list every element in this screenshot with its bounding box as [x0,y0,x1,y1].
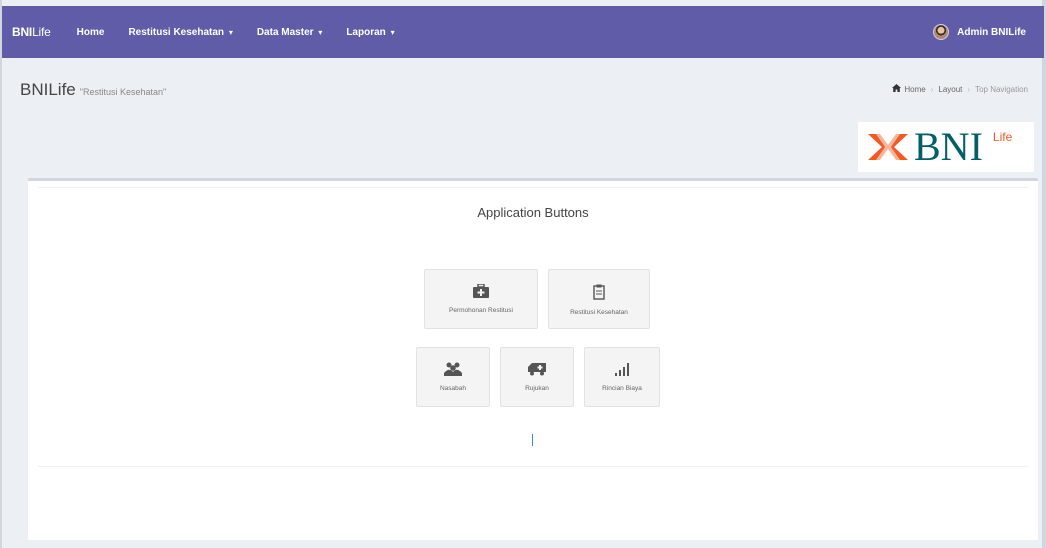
home-icon [892,84,902,94]
user-menu[interactable]: Admin BNILife [933,24,1044,40]
page-frame: BNILife Home Restitusi Kesehatan ▾ Data … [0,0,1046,548]
box-title: Application Buttons [477,205,589,220]
breadcrumb-layout[interactable]: Layout [938,85,962,94]
rincian-biaya-button[interactable]: Rincian Biaya [584,347,660,407]
page-subtitle: "Restitusi Kesehatan" [79,87,167,97]
avatar [933,24,950,40]
rujukan-label: Rujukan [525,385,549,392]
logo-text: BNI [914,124,983,169]
rujukan-button[interactable]: Rujukan [500,347,574,407]
application-box: Application Buttons Permohonan Restitusi… [28,178,1038,540]
nav-data-master[interactable]: Data Master ▾ [245,27,335,38]
page-title-text: BNILife [20,80,76,99]
bni-life-logo: BNI Life [858,122,1034,172]
text-cursor [532,434,533,446]
breadcrumb: Home › Layout › Top Navigation [892,84,1028,94]
clipboard-icon [549,284,649,305]
content-header: BNILife "Restitusi Kesehatan" [20,80,166,100]
logo-life-text: Life [992,130,1013,144]
caret-down-icon: ▾ [228,27,233,37]
restitusi-kesehatan-button[interactable]: Restitusi Kesehatan [548,269,650,329]
nav-restitusi-kesehatan[interactable]: Restitusi Kesehatan ▾ [116,27,244,38]
nav-data-master-label: Data Master [256,26,314,38]
breadcrumb-current: Top Navigation [975,84,1028,94]
brand-logo-text[interactable]: BNILife [2,25,65,39]
medkit-icon [425,283,537,303]
nav-laporan-label: Laporan [346,26,386,38]
breadcrumb-separator: › [930,84,934,94]
divider [38,187,1028,188]
nav-home-label: Home [76,26,105,38]
bni-logo-mark [868,134,908,160]
users-icon [417,362,489,381]
rincian-biaya-label: Rincian Biaya [602,385,642,392]
caret-down-icon: ▾ [318,27,323,37]
top-navbar: BNILife Home Restitusi Kesehatan ▾ Data … [2,6,1044,58]
restitusi-kesehatan-label: Restitusi Kesehatan [570,309,628,316]
permohonan-restitusi-label: Permohonan Restitusi [449,307,513,314]
nav-restitusi-label: Restitusi Kesehatan [128,26,225,38]
nav-home[interactable]: Home [65,27,117,38]
divider [38,466,1028,467]
signal-icon [585,362,659,381]
nav-laporan[interactable]: Laporan ▾ [334,27,406,38]
breadcrumb-home[interactable]: Home [904,85,925,94]
brand-bold: BNI [12,25,33,39]
page-title: BNILife "Restitusi Kesehatan" [20,80,166,100]
breadcrumb-separator: › [967,84,971,94]
nasabah-button[interactable]: Nasabah [416,347,490,407]
permohonan-restitusi-button[interactable]: Permohonan Restitusi [424,269,538,329]
nasabah-label: Nasabah [439,385,467,392]
brand-rest: Life [32,25,51,39]
user-name: Admin BNILife [957,26,1026,38]
ambulance-icon [501,362,573,381]
caret-down-icon: ▾ [390,27,395,37]
